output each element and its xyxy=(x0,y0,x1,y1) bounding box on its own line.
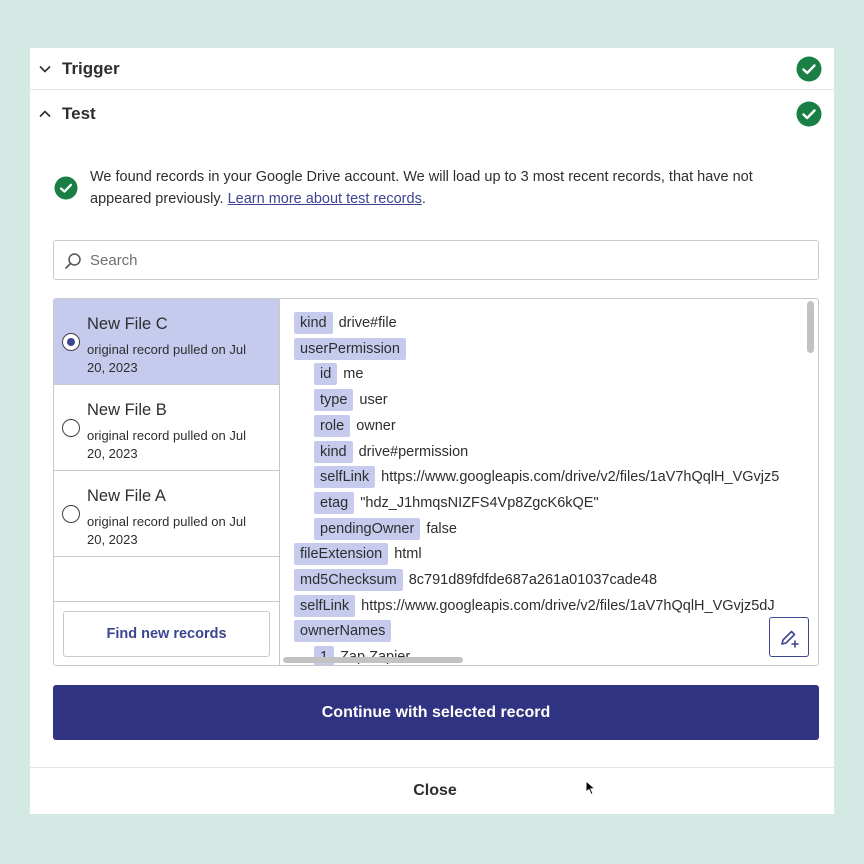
record-item-new-file-b[interactable]: New File B original record pulled on Jul… xyxy=(54,385,279,471)
record-name: New File B xyxy=(87,401,167,419)
learn-more-link[interactable]: Learn more about test records xyxy=(228,191,422,207)
test-step-panel: Trigger Test We found records in your Go… xyxy=(30,48,834,814)
continue-with-selected-record-button[interactable]: Continue with selected record xyxy=(53,685,819,740)
json-field-row: kind drive#permission xyxy=(314,440,468,464)
found-records-period: . xyxy=(421,191,426,207)
check-circle-icon xyxy=(796,101,822,127)
check-circle-icon xyxy=(796,56,822,81)
records-container: New File C original record pulled on Jul… xyxy=(53,298,819,666)
trigger-section-title: Trigger xyxy=(62,58,120,78)
chevron-down-icon xyxy=(39,65,51,73)
check-circle-icon xyxy=(54,176,78,200)
json-field-row: md5Checksum 8c791d89fdfde687a261a01037cad… xyxy=(294,568,657,592)
json-field-row: id me xyxy=(314,362,363,386)
json-field-row: etag "hdz_J1hmqsNIZFS4Vp8ZgcK6kQE" xyxy=(314,491,599,515)
search-box xyxy=(53,240,819,280)
json-field-key: userPermission xyxy=(294,337,406,360)
record-data-viewer: 1Zap ZapierownerNamesselfLinkhttps://www… xyxy=(281,299,818,665)
record-subtitle: original record pulled on Jul 20, 2023 xyxy=(87,428,246,461)
json-field-key: kind xyxy=(294,312,333,334)
json-field-key: etag xyxy=(314,491,355,514)
json-field-value: https://www.googleapis.com/drive/v2/file… xyxy=(381,469,780,486)
json-field-key: fileExtension xyxy=(294,543,389,566)
json-field-key: pendingOwner xyxy=(314,517,421,540)
record-radio[interactable] xyxy=(62,419,80,437)
json-field-value: 8c791d89fdfde687a261a01037cade48 xyxy=(408,572,658,588)
json-field-row: selfLink https://www.googleapis.com/drive… xyxy=(294,594,775,618)
json-field-value: false xyxy=(426,520,457,537)
record-name: New File A xyxy=(87,487,166,505)
record-item-new-file-a[interactable]: New File A original record pulled on Jul… xyxy=(54,471,279,557)
record-subtitle: original record pulled on Jul 20, 2023 xyxy=(87,514,246,547)
found-records-message: We found records in your Google Drive ac… xyxy=(54,166,814,210)
json-field-value: drive#file xyxy=(338,315,397,331)
json-field-key: selfLink xyxy=(314,466,376,489)
list-divider xyxy=(54,601,279,602)
json-field-value: https://www.googleapis.com/drive/v2/file… xyxy=(361,597,775,614)
json-field-row: userPermission xyxy=(294,337,412,361)
json-field-key: id xyxy=(314,363,338,386)
record-radio[interactable] xyxy=(62,333,80,351)
json-field-row: kind drive#file xyxy=(294,311,397,335)
found-records-text: We found records in your Google Drive ac… xyxy=(90,166,814,210)
json-field-row: pendingOwner false xyxy=(314,517,457,541)
record-radio[interactable] xyxy=(62,505,80,523)
json-field-value: user xyxy=(359,392,388,409)
close-button[interactable]: Close xyxy=(370,776,500,806)
test-section-header[interactable]: Test xyxy=(30,92,834,136)
json-field-row: type user xyxy=(314,388,388,412)
footer-divider xyxy=(30,767,834,768)
edit-add-icon xyxy=(781,630,799,648)
json-field-key: ownerNames xyxy=(294,620,392,643)
horizontal-scrollbar[interactable] xyxy=(283,657,463,663)
trigger-section-header[interactable]: Trigger xyxy=(30,48,834,90)
search-icon xyxy=(65,253,81,269)
json-field-row: selfLink https://www.googleapis.com/drive… xyxy=(314,465,779,489)
json-field-key: selfLink xyxy=(294,594,356,617)
search-input[interactable] xyxy=(90,241,790,279)
vertical-scrollbar[interactable] xyxy=(807,301,814,353)
json-field-value: "hdz_J1hmqsNIZFS4Vp8ZgcK6kQE" xyxy=(360,494,599,511)
json-field-key: kind xyxy=(314,440,353,463)
record-list: New File C original record pulled on Jul… xyxy=(54,299,280,665)
chevron-up-icon xyxy=(39,110,51,118)
json-field-row: role owner xyxy=(314,414,396,438)
record-item-new-file-c[interactable]: New File C original record pulled on Jul… xyxy=(54,299,279,385)
json-field-value: html xyxy=(394,546,422,563)
find-new-records-button[interactable]: Find new records xyxy=(63,611,270,657)
edit-fields-button[interactable] xyxy=(769,617,809,657)
json-field-value: drive#permission xyxy=(358,443,469,460)
test-section-title: Test xyxy=(62,104,96,123)
json-field-key: type xyxy=(314,389,354,412)
json-field-key: role xyxy=(314,414,351,437)
json-field-row: fileExtension html xyxy=(294,542,422,566)
record-name: New File C xyxy=(87,315,168,333)
json-field-value: owner xyxy=(356,417,396,434)
mouse-cursor-icon xyxy=(585,780,597,796)
record-subtitle: original record pulled on Jul 20, 2023 xyxy=(87,342,246,375)
radio-selected-dot xyxy=(66,337,75,346)
json-field-key: md5Checksum xyxy=(294,569,403,591)
json-field-value: me xyxy=(343,366,364,383)
json-field-row: ownerNames xyxy=(294,619,397,643)
